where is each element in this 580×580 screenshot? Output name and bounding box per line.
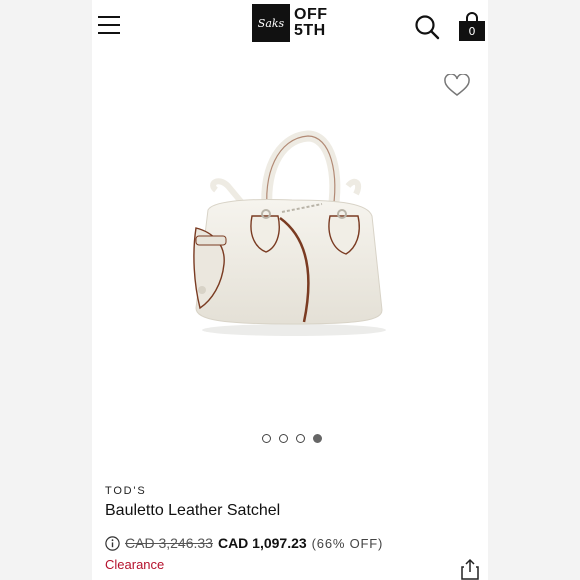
discount-label: (66% OFF) [311, 535, 384, 551]
product-brand[interactable]: TOD'S [105, 485, 146, 497]
search-icon[interactable] [414, 14, 440, 40]
info-icon[interactable] [105, 535, 120, 551]
carousel-dot-4[interactable] [313, 434, 322, 443]
carousel-dot-1[interactable] [262, 434, 271, 443]
hamburger-menu-icon[interactable] [98, 16, 120, 36]
clearance-badge: Clearance [105, 557, 165, 572]
price-row: CAD 3,246.33 CAD 1,097.23 (66% OFF) [105, 535, 383, 551]
sale-price: CAD 1,097.23 [217, 535, 307, 551]
logo-wordmark: OFF 5TH [294, 7, 328, 39]
logo-line-2: 5TH [294, 22, 326, 39]
carousel-dots [262, 434, 322, 443]
bag-count: 0 [468, 25, 476, 38]
shopping-bag-icon[interactable]: 0 [458, 12, 486, 42]
logo-line-1: OFF [294, 6, 328, 23]
product-title: Bauletto Leather Satchel [105, 502, 281, 519]
carousel-dot-3[interactable] [296, 434, 305, 443]
original-price: CAD 3,246.33 [125, 535, 213, 551]
product-page: Saks OFF 5TH 0 TOD'S Bauletto Leather Sa… [92, 0, 488, 580]
carousel-dot-2[interactable] [279, 434, 288, 443]
saks-off-5th-logo[interactable]: Saks OFF 5TH [252, 4, 328, 42]
site-header: Saks OFF 5TH 0 [92, 0, 488, 56]
share-icon[interactable] [460, 558, 480, 580]
logo-mark: Saks [252, 4, 290, 42]
heart-icon[interactable] [444, 73, 470, 98]
product-image[interactable] [182, 124, 402, 344]
